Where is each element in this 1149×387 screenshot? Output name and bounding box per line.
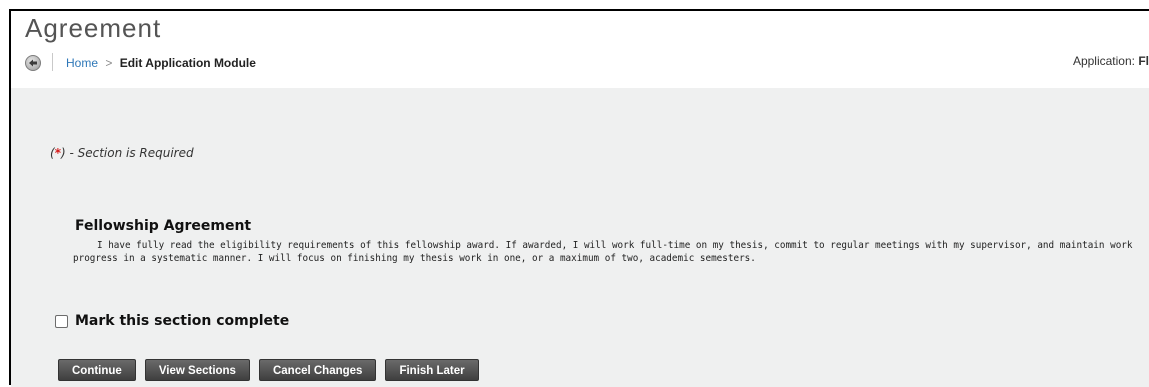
section-title: Fellowship Agreement [75,218,252,234]
page-title: Agreement [25,13,162,43]
continue-button[interactable]: Continue [58,359,136,381]
breadcrumb: Home > Edit Application Module [66,56,256,70]
cancel-changes-button[interactable]: Cancel Changes [258,359,377,381]
finish-later-button[interactable]: Finish Later [385,359,479,381]
mark-complete-checkbox[interactable] [55,314,68,328]
breadcrumb-divider [52,53,53,71]
back-button[interactable] [25,55,41,71]
section-body: I have fully read the eligibility requir… [73,240,1133,264]
breadcrumb-separator: > [105,56,113,70]
mark-complete-row[interactable]: Mark this section complete [55,313,289,329]
main-content: (*) - Section is Required Fellowship Agr… [11,88,1149,387]
breadcrumb-home-link[interactable]: Home [66,56,98,70]
view-sections-button[interactable]: View Sections [144,359,250,381]
application-value: Fl [1138,54,1149,68]
mark-complete-label[interactable]: Mark this section complete [75,313,289,329]
app-frame: Agreement Application: Fl Home > Edit Ap… [9,9,1149,387]
required-note-text: ) - Section is Required [60,146,194,160]
page-header: Agreement Application: Fl Home > Edit Ap… [11,11,1149,88]
application-label-text: Application: [1072,54,1135,68]
action-buttons: Continue View Sections Cancel Changes Fi… [58,359,488,381]
back-arrow-icon [29,59,37,67]
required-note: (*) - Section is Required [50,146,194,160]
breadcrumb-current: Edit Application Module [119,56,256,70]
application-label: Application: Fl [1073,54,1149,68]
